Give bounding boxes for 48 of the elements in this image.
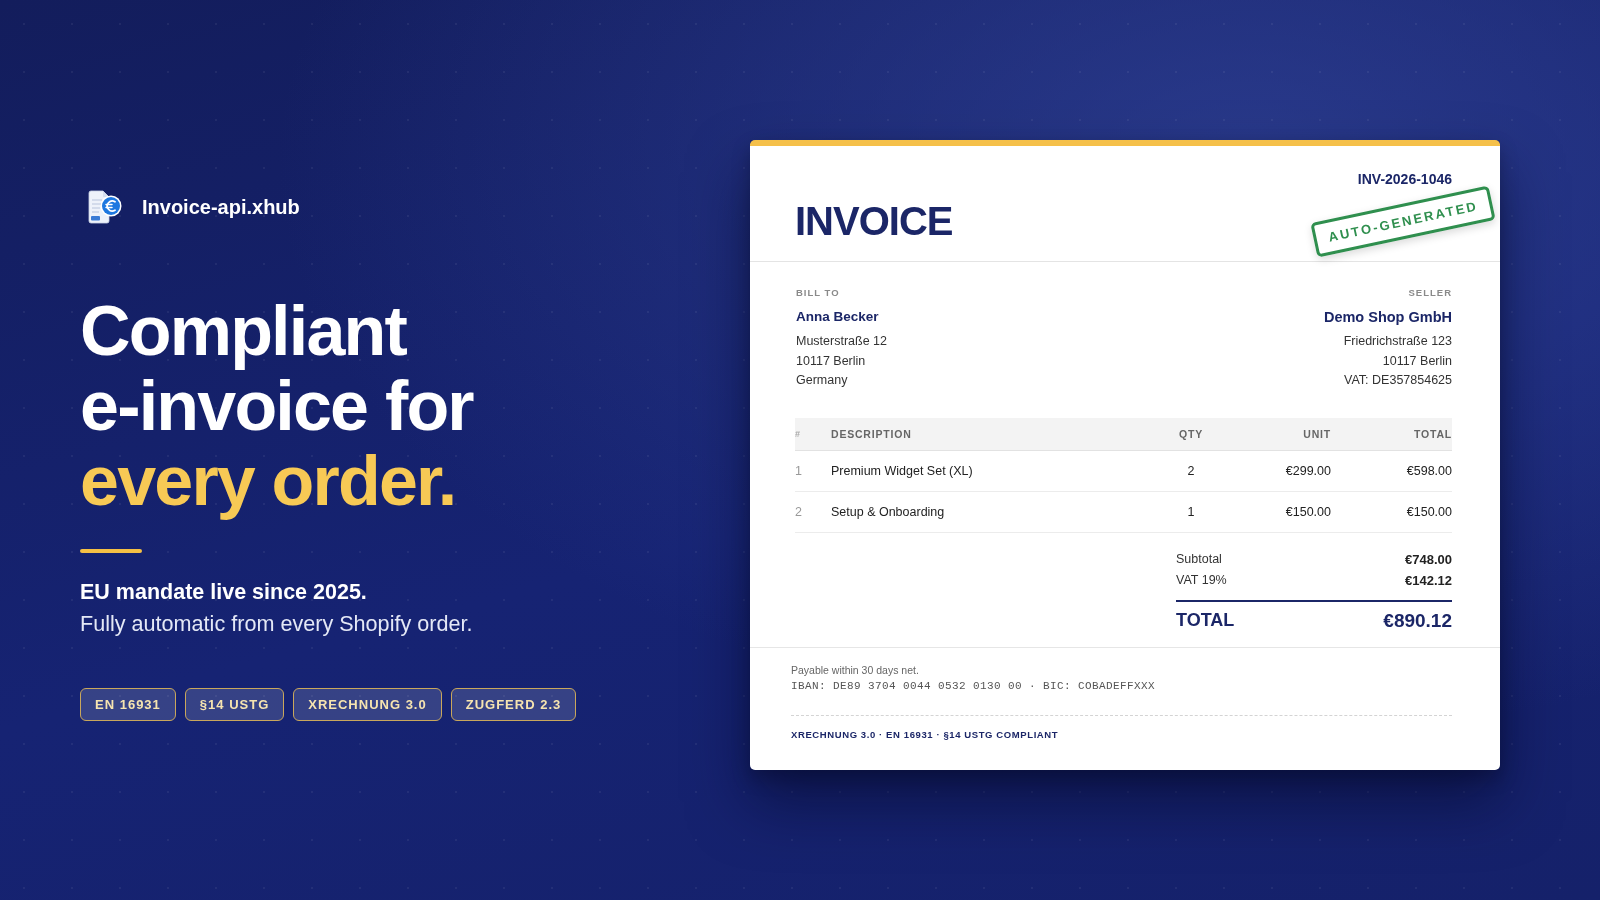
party-label: BILL TO: [796, 286, 840, 300]
table-cell: €150.00: [1285, 504, 1331, 519]
address-line: Germany: [796, 372, 848, 389]
standard-tag: EN 16931: [80, 688, 176, 721]
address-line: Musterstraße 12: [796, 333, 887, 350]
total-value: €748.00: [1405, 551, 1452, 567]
address-line: VAT: DE357854625: [1344, 372, 1452, 389]
table-cell: €150.00: [1406, 504, 1452, 519]
document-coin-icon: [86, 189, 122, 225]
headline-line: e-invoice for: [80, 369, 473, 444]
total-label: VAT 19%: [1176, 573, 1227, 587]
grand-total-value: €890.12: [1383, 609, 1452, 632]
party-label: SELLER: [1408, 286, 1452, 300]
table-cell: 2: [1187, 463, 1195, 478]
table-cell: Premium Widget Set (XL): [831, 463, 973, 478]
total-label: Subtotal: [1176, 552, 1222, 566]
subline-text: Fully automatic from every Shopify order.: [80, 610, 473, 638]
lead-text: EU mandate live since 2025.: [80, 579, 367, 606]
table-cell: Setup & Onboarding: [831, 504, 945, 519]
column-header: QTY: [1179, 427, 1203, 440]
table-cell: €598.00: [1406, 463, 1452, 478]
address-line: Friedrichstraße 123: [1343, 333, 1452, 350]
column-header: TOTAL: [1413, 427, 1452, 440]
brand-name: Invoice-api.xhub: [142, 195, 300, 219]
address-line: 10117 Berlin: [1382, 352, 1452, 370]
column-header: #: [795, 428, 801, 439]
party-name: Anna Becker: [796, 308, 879, 326]
compliance-note: XRECHNUNG 3.0 · EN 16931 · §14 USTG COMPLIANT: [791, 727, 1059, 742]
invoice-number: INV-2026-1046: [1357, 170, 1452, 188]
table-cell: €299.00: [1285, 463, 1331, 478]
column-header: DESCRIPTION: [831, 427, 912, 440]
headline-line: every order.: [80, 444, 457, 519]
standard-tag: §14 USTG: [184, 688, 285, 721]
table-cell: 2: [795, 504, 802, 519]
headline-line: Compliant: [80, 294, 408, 369]
column-header: UNIT: [1303, 427, 1331, 440]
table-cell: 1: [795, 463, 802, 478]
invoice-title: INVOICE: [795, 198, 953, 244]
standard-tag: ZUGFERD 2.3: [450, 688, 577, 721]
party-name: Demo Shop GmbH: [1323, 308, 1452, 327]
grand-total-label: TOTAL: [1176, 610, 1235, 631]
standard-tag: XRECHNUNG 3.0: [293, 688, 442, 721]
table-cell: 1: [1187, 504, 1195, 519]
payment-terms: Payable within 30 days net.: [791, 662, 919, 678]
total-value: €142.12: [1405, 572, 1452, 588]
address-line: 10117 Berlin: [796, 352, 866, 370]
accent-rule: [80, 549, 142, 553]
bank-details: IBAN: DE89 3704 0044 0532 0130 00 · BIC: COBADEFFXXX: [791, 678, 1156, 694]
